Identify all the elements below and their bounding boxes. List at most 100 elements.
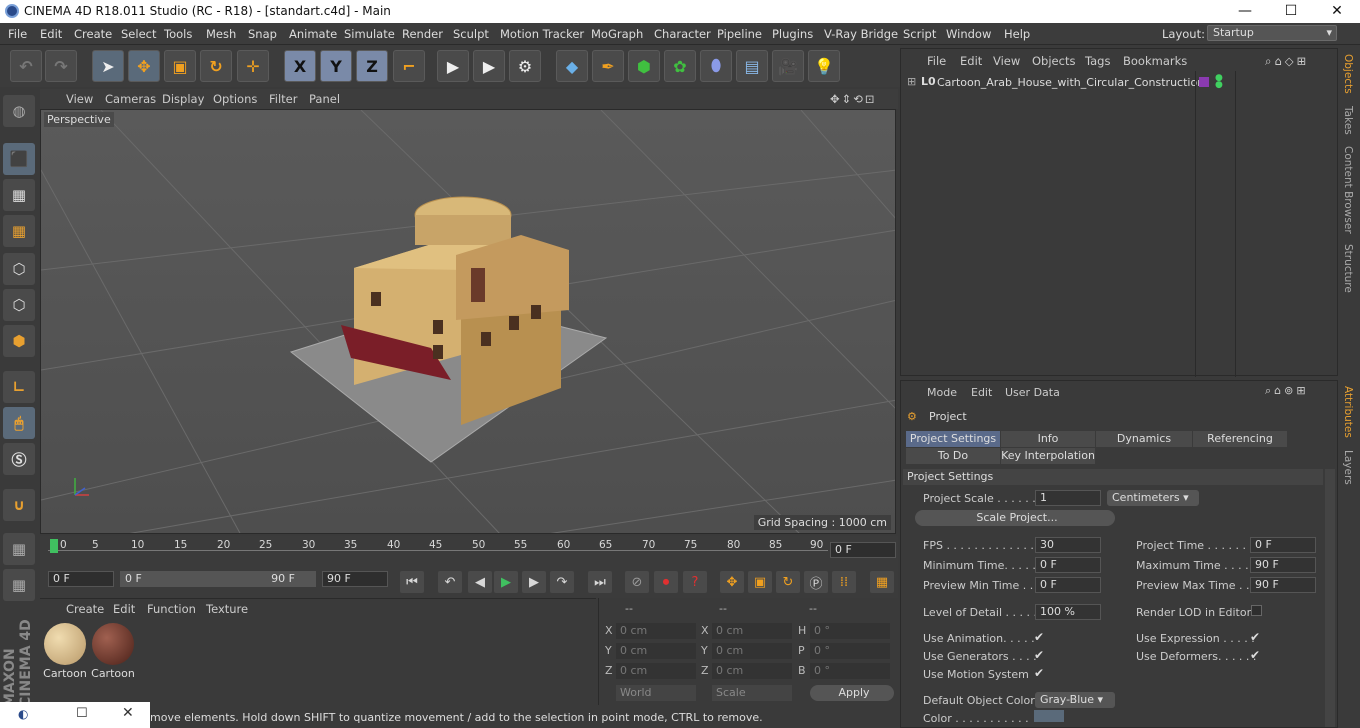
y-axis-button[interactable]: Y <box>320 50 352 82</box>
workplane-button[interactable]: ▦ <box>3 215 35 247</box>
attr-menu-mode[interactable]: Mode <box>927 386 957 399</box>
rotate-tool-button[interactable]: ↻ <box>200 50 232 82</box>
menu-mograph[interactable]: MoGraph <box>591 27 643 41</box>
position-z-field[interactable]: 0 cm <box>616 663 696 679</box>
menu-help[interactable]: Help <box>1004 27 1030 41</box>
use-motion-system-checkbox[interactable]: ✔ <box>1034 667 1046 679</box>
play-button[interactable]: ▶ <box>494 571 518 593</box>
material-swatch[interactable]: Cartoon <box>90 621 136 681</box>
visibility-dots-icon[interactable]: ● ● <box>1215 74 1223 90</box>
z-axis-button[interactable]: Z <box>356 50 388 82</box>
key-position-button[interactable]: ✥ <box>720 571 744 593</box>
objects-search-icon[interactable]: ⌕⌂◇⊞ <box>1265 54 1309 69</box>
menu-file[interactable]: File <box>8 27 27 41</box>
points-mode-button[interactable]: ⬡ <box>3 253 35 285</box>
tab-info[interactable]: Info <box>1001 431 1095 447</box>
project-time-field[interactable]: 0 F <box>1250 537 1316 553</box>
cube-button[interactable]: ◆ <box>556 50 588 82</box>
menu-render[interactable]: Render <box>402 27 443 41</box>
objects-menu-tags[interactable]: Tags <box>1085 54 1110 68</box>
menu-vray-bridge[interactable]: V-Ray Bridge <box>824 27 898 41</box>
objects-menu-bookmarks[interactable]: Bookmarks <box>1123 54 1187 68</box>
close-icon[interactable]: ✕ <box>122 705 134 721</box>
current-frame-field[interactable]: 0 F <box>830 542 896 558</box>
object-color-select[interactable]: Gray-Blue ▾ <box>1035 692 1115 708</box>
key-pla-button[interactable]: ⁞⁞ <box>832 571 856 593</box>
preview-max-field[interactable]: 90 F <box>1250 577 1316 593</box>
axis-mode-button[interactable]: ∟ <box>3 371 35 403</box>
viewport-menu-options[interactable]: Options <box>213 92 257 106</box>
scale-project-button[interactable]: Scale Project... <box>915 510 1115 526</box>
workplane-lock-button[interactable]: ▦ <box>3 569 35 601</box>
side-tab-takes[interactable]: Takes <box>1342 106 1354 135</box>
menu-pipeline[interactable]: Pipeline <box>717 27 762 41</box>
close-button[interactable]: ✕ <box>1314 0 1360 23</box>
key-parameter-button[interactable]: Ⓟ <box>804 571 828 593</box>
redo-button[interactable]: ↷ <box>45 50 77 82</box>
menu-create[interactable]: Create <box>74 27 112 41</box>
attr-menu-edit[interactable]: Edit <box>971 386 992 399</box>
previous-key-button[interactable]: ↶ <box>438 571 462 593</box>
viewport-menu-filter[interactable]: Filter <box>269 92 297 106</box>
viewport-nav-icons[interactable]: ✥⇕⟲⊡ <box>830 92 877 106</box>
snapping-button[interactable]: Ⓢ <box>3 443 35 475</box>
timeline-window-button[interactable]: ▦ <box>870 571 894 593</box>
size-y-field[interactable]: 0 cm <box>712 643 792 659</box>
menu-snap[interactable]: Snap <box>248 27 277 41</box>
side-tab-layers[interactable]: Layers <box>1342 450 1354 485</box>
deformer-button[interactable]: ⬮ <box>700 50 732 82</box>
subdivision-button[interactable]: ⬢ <box>628 50 660 82</box>
tab-project-settings[interactable]: Project Settings <box>906 431 1000 447</box>
menu-window[interactable]: Window <box>946 27 991 41</box>
side-tab-attributes[interactable]: Attributes <box>1342 386 1354 438</box>
use-expression-checkbox[interactable]: ✔ <box>1250 631 1262 643</box>
unit-select[interactable]: Centimeters ▾ <box>1107 490 1199 506</box>
min-time-field[interactable]: 0 F <box>1035 557 1101 573</box>
maximize-button[interactable]: ☐ <box>1268 0 1314 23</box>
attr-scrollbar[interactable] <box>1325 469 1335 727</box>
position-y-field[interactable]: 0 cm <box>616 643 696 659</box>
scale-tool-button[interactable]: ▣ <box>164 50 196 82</box>
start-frame-field[interactable]: 0 F <box>48 571 114 587</box>
x-axis-button[interactable]: X <box>284 50 316 82</box>
lod-field[interactable]: 100 % <box>1035 604 1101 620</box>
tab-referencing[interactable]: Referencing <box>1193 431 1287 447</box>
scale-select[interactable]: Scale <box>712 685 792 701</box>
objects-menu-view[interactable]: View <box>993 54 1020 68</box>
light-button[interactable]: 💡 <box>808 50 840 82</box>
menu-select[interactable]: Select <box>121 27 156 41</box>
key-rotation-button[interactable]: ↻ <box>776 571 800 593</box>
material-swatch[interactable]: Cartoon <box>42 621 88 681</box>
polygons-mode-button[interactable]: ⬢ <box>3 325 35 357</box>
make-editable-button[interactable]: ◍ <box>3 95 35 127</box>
3d-viewport[interactable]: Perspective Grid Spacing : 1000 cm <box>40 109 896 534</box>
menu-edit[interactable]: Edit <box>40 27 62 41</box>
viewport-menu-view[interactable]: View <box>66 92 93 106</box>
objects-menu-objects[interactable]: Objects <box>1032 54 1075 68</box>
transform-tool-button[interactable]: ✛ <box>237 50 269 82</box>
layout-select[interactable]: Startup ▾ <box>1207 25 1337 41</box>
world-select[interactable]: World <box>616 685 696 701</box>
timeline-ruler[interactable]: 0 5 10 15 20 25 30 35 40 45 50 55 60 65 … <box>40 536 898 568</box>
render-picture-viewer-button[interactable]: ▶ <box>473 50 505 82</box>
fps-field[interactable]: 30 <box>1035 537 1101 553</box>
color-swatch[interactable] <box>1034 710 1064 722</box>
rotation-p-field[interactable]: 0 ° <box>810 643 890 659</box>
viewport-menu-display[interactable]: Display <box>162 92 204 106</box>
use-deformers-checkbox[interactable]: ✔ <box>1250 649 1262 661</box>
side-tab-objects[interactable]: Objects <box>1342 54 1354 94</box>
max-time-field[interactable]: 90 F <box>1250 557 1316 573</box>
floor-button[interactable]: ▤ <box>736 50 768 82</box>
grid-toggle-button[interactable]: ▦ <box>3 533 35 565</box>
use-animation-checkbox[interactable]: ✔ <box>1034 631 1046 643</box>
maximize-icon[interactable]: ☐ <box>76 706 88 721</box>
menu-simulate[interactable]: Simulate <box>344 27 395 41</box>
objects-menu-edit[interactable]: Edit <box>960 54 982 68</box>
project-scale-field[interactable]: 1 <box>1035 490 1101 506</box>
magnet-button[interactable]: ∪ <box>3 489 35 521</box>
menu-motion-tracker[interactable]: Motion Tracker <box>500 27 584 41</box>
tab-key-interpolation[interactable]: Key Interpolation <box>1001 448 1095 464</box>
expand-icon[interactable]: ⊞ <box>907 75 916 88</box>
go-to-start-button[interactable]: ⏮ <box>400 571 424 593</box>
pen-tool-button[interactable]: ✒ <box>592 50 624 82</box>
